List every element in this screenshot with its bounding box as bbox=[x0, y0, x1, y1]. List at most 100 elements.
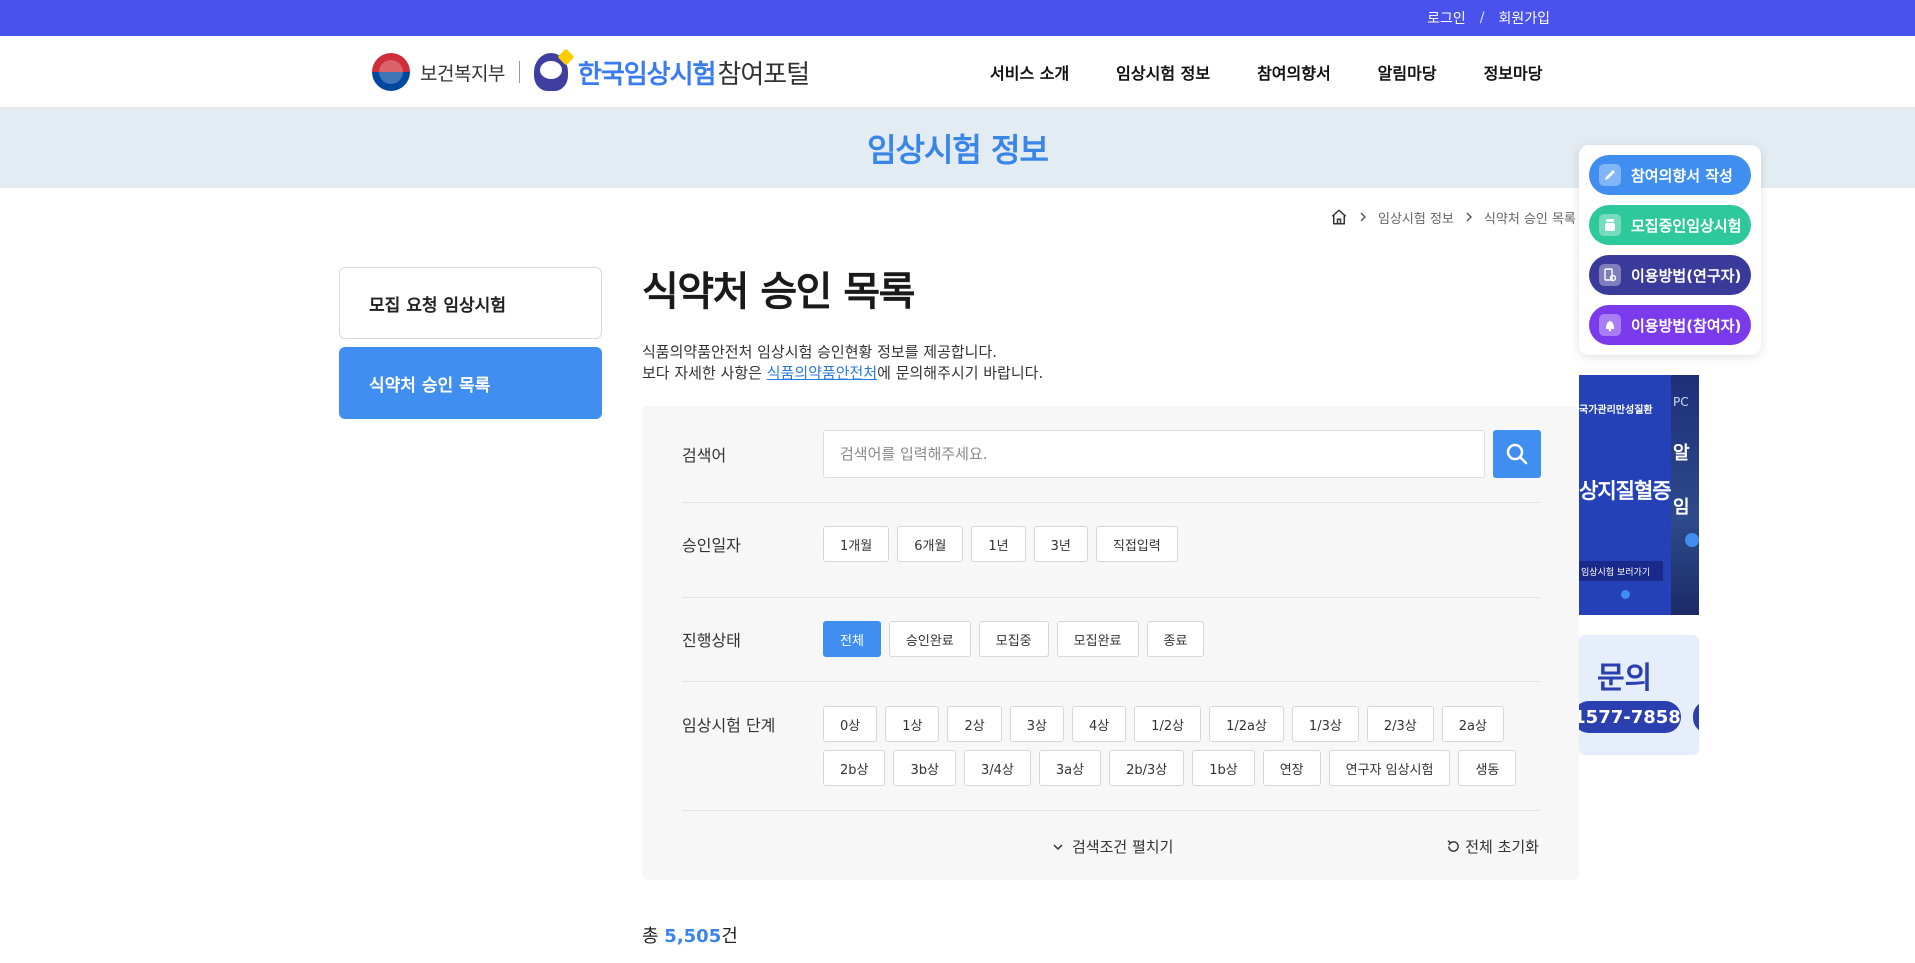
home-icon[interactable] bbox=[1330, 208, 1348, 226]
phase-3a[interactable]: 3a상 bbox=[1038, 750, 1102, 786]
phase-2[interactable]: 2상 bbox=[947, 706, 1002, 742]
approval-date-1y[interactable]: 1년 bbox=[971, 526, 1026, 562]
participant-icon bbox=[1599, 314, 1621, 336]
approval-date-options: 1개월 6개월 1년 3년 직접입력 bbox=[823, 526, 1178, 562]
description-post: 에 문의해주시기 바랍니다. bbox=[877, 364, 1044, 382]
phase-1-2[interactable]: 1/2상 bbox=[1134, 706, 1202, 742]
side-nav-label: 모집 요청 임상시험 bbox=[369, 295, 506, 316]
quick-intent-write-button[interactable]: 참여의향서 작성 bbox=[1589, 155, 1751, 195]
nav-item-trial-info[interactable]: 임상시험 정보 bbox=[1116, 60, 1210, 84]
chevron-right-icon bbox=[1466, 212, 1472, 222]
approval-date-6m[interactable]: 6개월 bbox=[897, 526, 964, 562]
site-logo[interactable]: 보건복지부 한국임상시험 참여포털 bbox=[372, 50, 810, 94]
phase-1-3[interactable]: 1/3상 bbox=[1291, 706, 1359, 742]
expand-filters-button[interactable]: 검색조건 펼치기 bbox=[1052, 836, 1173, 857]
filter-divider bbox=[682, 681, 1540, 682]
reset-all-button[interactable]: 전체 초기화 bbox=[1446, 836, 1539, 857]
phase-3[interactable]: 3상 bbox=[1009, 706, 1064, 742]
side-nav-item-mfds-approval[interactable]: 식약처 승인 목록 bbox=[339, 347, 602, 419]
side-nav-label: 식약처 승인 목록 bbox=[369, 375, 491, 396]
chevron-down-icon bbox=[1053, 843, 1063, 850]
approval-date-3y[interactable]: 3년 bbox=[1033, 526, 1088, 562]
expand-filters-label: 검색조건 펼치기 bbox=[1072, 838, 1174, 856]
ministry-name: 보건복지부 bbox=[420, 62, 505, 85]
result-prefix: 총 bbox=[642, 926, 665, 947]
inquiry-phone: 1577-7858 bbox=[1579, 701, 1681, 733]
phase-2b-3[interactable]: 2b/3상 bbox=[1109, 750, 1185, 786]
phase-1[interactable]: 1상 bbox=[885, 706, 940, 742]
phase-2a[interactable]: 2a상 bbox=[1441, 706, 1504, 742]
inquiry-banner[interactable]: 문의 1577-7858 bbox=[1579, 635, 1699, 755]
quick-label: 참여의향서 작성 bbox=[1631, 166, 1733, 185]
phase-2b[interactable]: 2b상 bbox=[823, 750, 886, 786]
main-content: 식약처 승인 목록 식품의약품안전처 임상시험 승인현황 정보를 제공합니다. … bbox=[642, 262, 1579, 947]
phase-4[interactable]: 4상 bbox=[1071, 706, 1127, 742]
filter-row-keyword: 검색어 bbox=[682, 430, 1541, 478]
quick-guide-participant-button[interactable]: 이용방법(참여자) bbox=[1589, 305, 1751, 345]
breadcrumb-item-trial-info[interactable]: 임상시험 정보 bbox=[1378, 208, 1454, 227]
banner-slide-2: PC 알 임 bbox=[1671, 375, 1699, 615]
breadcrumb: 임상시험 정보 식약처 승인 목록 bbox=[1330, 206, 1576, 228]
logo-divider bbox=[518, 61, 520, 83]
medicine-icon bbox=[1599, 214, 1621, 236]
status-recruit-done[interactable]: 모집완료 bbox=[1056, 621, 1139, 657]
banner-cta[interactable]: 임상시험 보러가기 bbox=[1579, 561, 1663, 581]
banner2-dot bbox=[1685, 533, 1699, 547]
utility-separator: / bbox=[1479, 10, 1485, 26]
phase-0[interactable]: 0상 bbox=[823, 706, 878, 742]
phase-3-4[interactable]: 3/4상 bbox=[963, 750, 1031, 786]
portal-sub: 참여포털 bbox=[717, 59, 810, 90]
side-nav-item-recruit-request[interactable]: 모집 요청 임상시험 bbox=[339, 267, 602, 339]
nav-item-notice[interactable]: 알림마당 bbox=[1378, 60, 1437, 84]
search-input[interactable] bbox=[823, 430, 1485, 478]
phase-3b[interactable]: 3b상 bbox=[893, 750, 956, 786]
nav-item-intent[interactable]: 참여의향서 bbox=[1257, 60, 1331, 84]
phase-extension[interactable]: 연장 bbox=[1262, 750, 1321, 786]
status-ended[interactable]: 종료 bbox=[1146, 621, 1205, 657]
portal-name: 한국임상시험 bbox=[577, 59, 717, 90]
signup-link[interactable]: 회원가입 bbox=[1498, 8, 1550, 28]
quick-label: 모집중인임상시험 bbox=[1631, 216, 1742, 235]
banner2-top-text: PC bbox=[1673, 395, 1689, 409]
inquiry-title: 문의 bbox=[1597, 661, 1653, 696]
phase-1-2a[interactable]: 1/2a상 bbox=[1209, 706, 1284, 742]
phase-investigator[interactable]: 연구자 임상시험 bbox=[1328, 750, 1451, 786]
inquiry-next-pill bbox=[1693, 701, 1699, 733]
phase-bioequivalence[interactable]: 생동 bbox=[1458, 750, 1517, 786]
phase-2-3[interactable]: 2/3상 bbox=[1366, 706, 1434, 742]
taegeuk-emblem-icon bbox=[372, 53, 410, 91]
mfds-link[interactable]: 식품의약품안전처 bbox=[767, 364, 877, 382]
breadcrumb-item-current: 식약처 승인 목록 bbox=[1483, 211, 1576, 227]
pencil-icon bbox=[1599, 164, 1621, 186]
quick-menu: 참여의향서 작성 모집중인임상시험 이용방법(연구자) 이용방법(참여자) bbox=[1579, 145, 1761, 355]
utility-links: 로그인 / 회원가입 bbox=[1427, 0, 1550, 36]
chevron-right-icon bbox=[1360, 212, 1366, 222]
page-heading: 식약처 승인 목록 bbox=[642, 269, 915, 315]
result-number: 5,505 bbox=[664, 926, 722, 947]
promo-banner[interactable]: 국가관리만성질환 상지질혈증 임상시험 보러가기 PC 알 임 bbox=[1579, 375, 1699, 615]
status-recruiting[interactable]: 모집중 bbox=[978, 621, 1049, 657]
status-all[interactable]: 전체 bbox=[823, 621, 881, 657]
search-button[interactable] bbox=[1493, 430, 1541, 478]
status-options: 전체 승인완료 모집중 모집완료 종료 bbox=[823, 621, 1205, 657]
keyword-label: 검색어 bbox=[682, 446, 727, 465]
description-line-1: 식품의약품안전처 임상시험 승인현황 정보를 제공합니다. bbox=[642, 343, 998, 361]
quick-guide-researcher-button[interactable]: 이용방법(연구자) bbox=[1589, 255, 1751, 295]
reset-icon bbox=[1447, 840, 1460, 852]
nav-item-info[interactable]: 정보마당 bbox=[1484, 60, 1543, 84]
banner2-big-text-1: 알 bbox=[1673, 443, 1690, 464]
approval-date-1m[interactable]: 1개월 bbox=[823, 526, 890, 562]
quick-recruiting-button[interactable]: 모집중인임상시험 bbox=[1589, 205, 1751, 245]
site-header: 보건복지부 한국임상시험 참여포털 서비스 소개 임상시험 정보 참여의향서 알… bbox=[0, 36, 1915, 108]
search-icon bbox=[1506, 443, 1528, 465]
side-nav: 모집 요청 임상시험 식약처 승인 목록 bbox=[339, 267, 602, 427]
nav-item-service[interactable]: 서비스 소개 bbox=[990, 60, 1069, 84]
status-approved[interactable]: 승인완료 bbox=[888, 621, 971, 657]
approval-date-custom[interactable]: 직접입력 bbox=[1095, 526, 1178, 562]
researcher-icon bbox=[1599, 264, 1621, 286]
login-link[interactable]: 로그인 bbox=[1427, 8, 1466, 28]
reset-all-label: 전체 초기화 bbox=[1465, 838, 1539, 856]
banner-title: 상지질혈증 bbox=[1579, 479, 1671, 503]
phase-1b[interactable]: 1b상 bbox=[1192, 750, 1255, 786]
banner-pager-dot[interactable] bbox=[1621, 590, 1630, 599]
